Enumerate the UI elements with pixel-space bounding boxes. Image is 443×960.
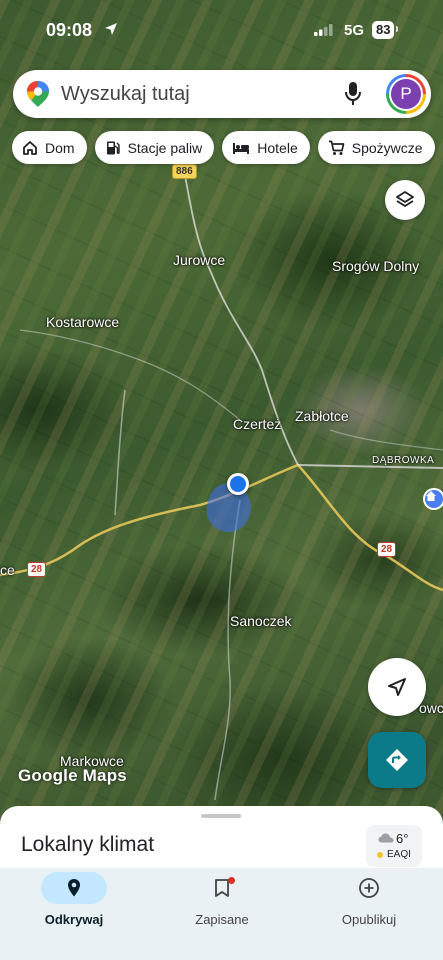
location-arrow-icon bbox=[105, 23, 117, 35]
notification-dot bbox=[228, 877, 235, 884]
battery-indicator: 83 bbox=[372, 21, 400, 39]
search-bar[interactable]: Wyszukaj tutaj P bbox=[13, 70, 431, 118]
aqi-status-dot bbox=[377, 852, 383, 858]
cart-icon bbox=[328, 140, 345, 155]
place-label[interactable]: Kostarowce bbox=[46, 314, 119, 330]
place-label[interactable]: Zabłotce bbox=[295, 408, 349, 424]
nav-explore[interactable]: Odkrywaj bbox=[0, 868, 148, 960]
home-poi-icon bbox=[426, 491, 436, 501]
nav-label: Opublikuj bbox=[341, 912, 397, 927]
bottom-navigation: Odkrywaj Zapisane Opublikuj bbox=[0, 868, 443, 960]
cloud-icon bbox=[378, 833, 394, 843]
nav-saved-indicator bbox=[189, 872, 255, 904]
place-label[interactable]: Jurowce bbox=[173, 252, 225, 268]
signal-icon bbox=[314, 24, 333, 36]
chip-label: Spożywcze bbox=[351, 139, 423, 156]
navigation-arrow-icon bbox=[388, 678, 406, 696]
layers-icon bbox=[396, 191, 414, 207]
directions-icon bbox=[386, 749, 408, 771]
place-label[interactable]: owce bbox=[419, 700, 443, 716]
nav-explore-indicator bbox=[41, 872, 107, 904]
road-shield: 886 bbox=[172, 164, 197, 179]
sheet-title: Lokalny klimat bbox=[21, 833, 155, 856]
bed-icon bbox=[233, 142, 250, 154]
chip-gas-stations[interactable]: Stacje paliw bbox=[94, 131, 215, 164]
chip-label: Stacje paliw bbox=[127, 139, 203, 156]
chip-label: Dom bbox=[45, 139, 75, 156]
explore-pin-icon bbox=[68, 879, 80, 897]
add-circle-icon bbox=[359, 878, 379, 898]
home-icon bbox=[23, 140, 37, 155]
my-location-button[interactable] bbox=[368, 658, 426, 716]
place-label[interactable]: DĄBROWKA bbox=[372, 455, 434, 466]
road-shield: 28 bbox=[377, 542, 397, 557]
nav-contribute[interactable]: Opublikuj bbox=[295, 868, 443, 960]
gas-station-icon bbox=[106, 141, 120, 154]
layers-button[interactable] bbox=[385, 180, 425, 220]
road-shield: 28 bbox=[27, 562, 47, 577]
chip-label: Hotele bbox=[257, 139, 298, 156]
chip-hotels[interactable]: Hotele bbox=[222, 131, 310, 164]
poi-marker[interactable] bbox=[423, 488, 443, 510]
nav-contribute-indicator bbox=[336, 872, 402, 904]
place-label[interactable]: ce bbox=[0, 562, 15, 578]
directions-button[interactable] bbox=[368, 732, 426, 788]
chip-home[interactable]: Dom bbox=[12, 131, 87, 164]
air-quality-label: EAQI bbox=[387, 849, 411, 860]
place-label[interactable]: Czerteż bbox=[233, 416, 281, 432]
search-input[interactable]: Wyszukaj tutaj bbox=[61, 83, 190, 106]
clock: 09:08 bbox=[46, 20, 93, 40]
avatar-letter: P bbox=[389, 77, 423, 111]
nav-label: Odkrywaj bbox=[44, 912, 104, 927]
category-chips: Dom Stacje paliw Hotele Spożywcze bbox=[12, 131, 435, 164]
nav-label: Zapisane bbox=[195, 912, 249, 927]
nav-saved[interactable]: Zapisane bbox=[148, 868, 296, 960]
place-label[interactable]: Sanoczek bbox=[230, 613, 291, 629]
network-type: 5G bbox=[344, 22, 365, 39]
temperature: 6° bbox=[396, 831, 409, 846]
status-bar: 09:08 5G 83 bbox=[0, 0, 443, 60]
google-maps-logo: Google Maps bbox=[18, 766, 127, 785]
sheet-drag-handle[interactable] bbox=[201, 814, 241, 818]
microphone-icon[interactable] bbox=[344, 81, 362, 107]
weather-widget[interactable]: 6° EAQI bbox=[366, 825, 422, 867]
place-label[interactable]: Srogów Dolny bbox=[332, 258, 419, 274]
account-avatar[interactable]: P bbox=[386, 74, 426, 114]
my-location-dot[interactable] bbox=[227, 473, 249, 495]
maps-pin-logo-icon bbox=[27, 81, 49, 107]
chip-groceries[interactable]: Spożywcze bbox=[317, 131, 435, 164]
